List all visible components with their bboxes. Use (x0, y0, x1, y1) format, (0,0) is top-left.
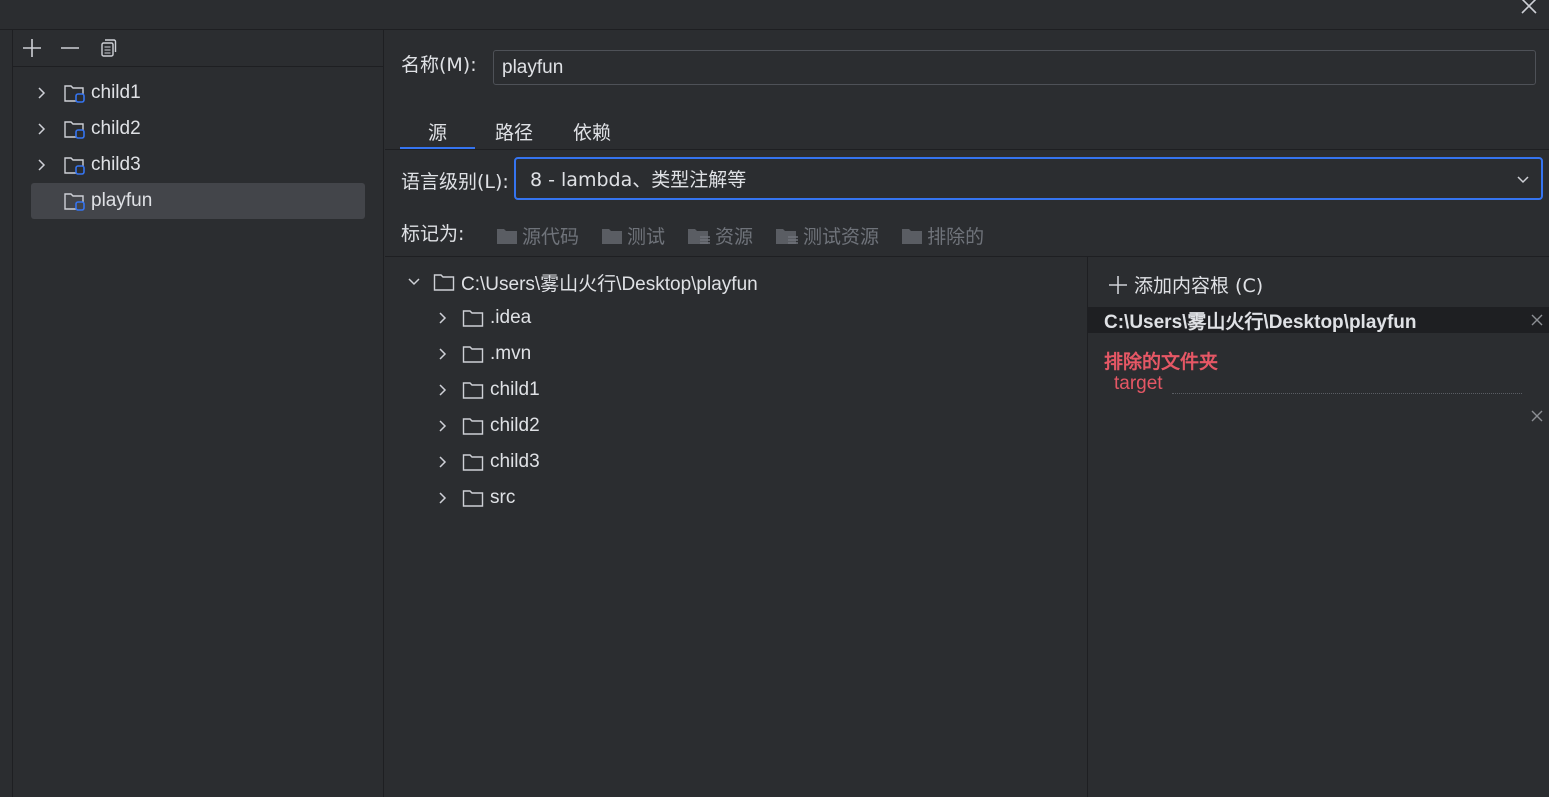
modules-panel: child1 child2 child3 playfun (13, 30, 384, 797)
chevron-right-icon[interactable] (436, 491, 450, 505)
chevron-right-icon[interactable] (436, 455, 450, 469)
mark-sources-button[interactable]: 源代码 (496, 222, 579, 249)
content-tree-item-label: child1 (490, 379, 540, 400)
resources-folder-icon (688, 228, 711, 244)
content-tree-root[interactable]: C:\Users\雾山火行\Desktop\playfun (385, 264, 1087, 300)
mark-resources-button[interactable]: 资源 (687, 222, 753, 249)
chevron-down-icon[interactable] (407, 275, 421, 289)
folder-icon (602, 228, 623, 244)
folder-icon (462, 490, 484, 507)
module-row-child2[interactable]: child2 (13, 111, 383, 147)
name-field-row: 名称(M): (401, 50, 477, 77)
folder-icon (497, 228, 517, 244)
module-folder-icon (64, 193, 85, 211)
plus-icon (1109, 275, 1127, 294)
mark-button-label: 测试 (627, 226, 666, 248)
chevron-down-icon (1517, 176, 1529, 184)
tab-paths[interactable]: 路径 (475, 112, 553, 150)
excluded-folders-title: 排除的文件夹 (1104, 351, 1219, 373)
chevron-right-icon[interactable] (35, 122, 49, 136)
name-label: 名称(M): (401, 54, 477, 76)
content-tree-item-label: .idea (490, 307, 532, 328)
module-folder-icon (64, 121, 85, 139)
tabs-divider (385, 149, 1549, 150)
plus-icon (23, 39, 41, 57)
mark-tests-button[interactable]: 测试 (601, 222, 665, 249)
add-content-root-label: 添加内容根 (C) (1134, 275, 1264, 297)
mark-excluded-button[interactable]: 排除的 (901, 222, 984, 249)
content-tree-item[interactable]: child1 (385, 372, 1087, 408)
chevron-right-icon[interactable] (436, 311, 450, 325)
folder-icon (462, 382, 484, 399)
chevron-right-icon[interactable] (436, 383, 450, 397)
content-tree-root-label: C:\Users\雾山火行\Desktop\playfun (461, 273, 758, 295)
dialog-titlebar (0, 0, 1549, 30)
excluded-folder-item: target (1114, 373, 1163, 394)
chevron-right-icon[interactable] (436, 347, 450, 361)
module-row-child1[interactable]: child1 (13, 75, 383, 111)
language-level-label: 语言级别(L): (401, 171, 509, 193)
settings-tabs: 源 路径 依赖 (400, 112, 631, 150)
language-level-select[interactable]: 8 - lambda、类型注解等 (514, 157, 1543, 200)
close-icon[interactable] (1529, 312, 1545, 328)
minus-icon (61, 47, 79, 49)
content-tree-item[interactable]: .mvn (385, 336, 1087, 372)
chevron-right-icon[interactable] (35, 158, 49, 172)
close-icon[interactable] (1517, 0, 1541, 18)
content-tree-item-label: src (490, 487, 516, 508)
modules-tree: child1 child2 child3 playfun (13, 67, 383, 219)
copy-module-button[interactable] (97, 37, 119, 59)
chevron-right-icon[interactable] (436, 419, 450, 433)
modules-toolbar (13, 30, 383, 67)
mark-as-buttons: 源代码 测试 资源 测试资源 排除的 (496, 222, 984, 249)
content-tree-item-label: child2 (490, 415, 540, 436)
folder-icon (433, 274, 455, 291)
tab-dependencies[interactable]: 依赖 (553, 112, 631, 150)
copy-icon (101, 39, 117, 57)
content-root-path-label: C:\Users\雾山火行\Desktop\playfun (1104, 311, 1417, 333)
mark-button-label: 排除的 (927, 226, 985, 248)
module-label: child1 (91, 82, 141, 103)
mark-test-resources-button[interactable]: 测试资源 (775, 222, 879, 249)
test-resources-folder-icon (776, 228, 799, 244)
content-tree-item[interactable]: .idea (385, 300, 1087, 336)
content-tree-item-label: .mvn (490, 343, 532, 364)
mark-button-label: 测试资源 (803, 226, 880, 248)
folder-icon (462, 346, 484, 363)
content-tree-item[interactable]: src (385, 480, 1087, 516)
add-content-root-button[interactable]: 添加内容根 (C) (1108, 271, 1263, 298)
close-icon[interactable] (1529, 408, 1545, 424)
remove-module-button[interactable] (59, 37, 81, 59)
module-label: child3 (91, 154, 141, 175)
content-tree-item-label: child3 (490, 451, 540, 472)
content-tree-item[interactable]: child2 (385, 408, 1087, 444)
excluded-item-leader (1172, 393, 1522, 394)
module-folder-icon (64, 85, 85, 103)
add-module-button[interactable] (21, 37, 43, 59)
module-name-input[interactable]: playfun (493, 50, 1536, 85)
folder-icon (902, 228, 923, 244)
content-root-path[interactable]: C:\Users\雾山火行\Desktop\playfun (1088, 307, 1549, 333)
module-row-playfun[interactable]: playfun (31, 183, 365, 219)
mark-as-label: 标记为: (401, 223, 465, 245)
folder-icon (462, 418, 484, 435)
chevron-right-icon[interactable] (35, 86, 49, 100)
module-label: playfun (91, 190, 153, 211)
folder-icon (462, 454, 484, 471)
content-tree-item[interactable]: child3 (385, 444, 1087, 480)
content-tree: C:\Users\雾山火行\Desktop\playfun .idea .mvn… (385, 264, 1087, 516)
mark-button-label: 源代码 (522, 226, 580, 248)
module-label: child2 (91, 118, 141, 139)
left-gutter (0, 30, 13, 797)
mark-button-label: 资源 (715, 226, 754, 248)
tab-sources[interactable]: 源 (400, 112, 476, 150)
module-row-child3[interactable]: child3 (13, 147, 383, 183)
module-settings-panel: 名称(M): playfun 源 路径 依赖 语言级别(L): 8 - lamb… (385, 30, 1549, 797)
language-level-value: 8 - lambda、类型注解等 (530, 169, 747, 191)
content-roots-panel: 添加内容根 (C) C:\Users\雾山火行\Desktop\playfun … (1088, 257, 1549, 797)
module-folder-icon (64, 157, 85, 175)
folder-icon (462, 310, 484, 327)
